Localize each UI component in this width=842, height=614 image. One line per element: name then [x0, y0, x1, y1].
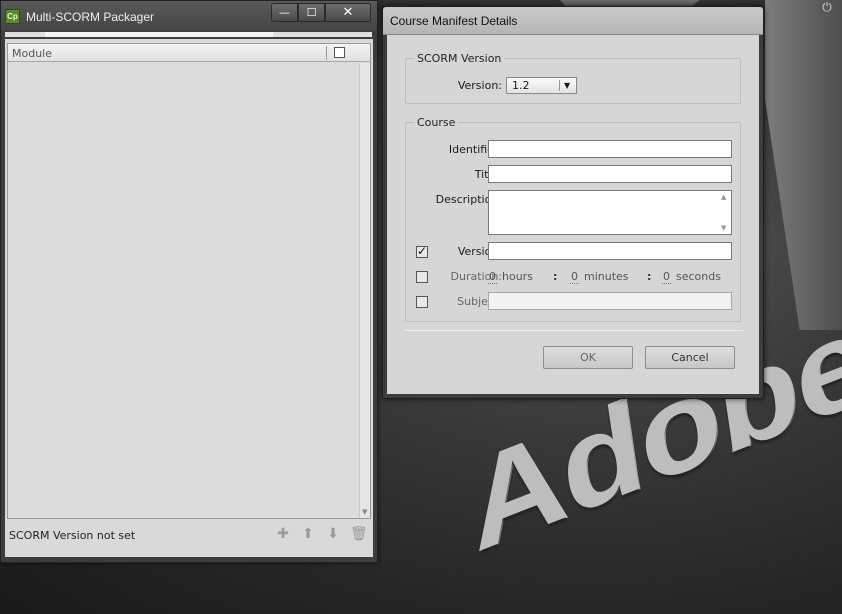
- window-title: Multi-SCORM Packager: [26, 10, 155, 24]
- hours-unit: hours: [502, 270, 533, 283]
- scorm-version-group: SCORM Version Version: 1.2 ▼: [405, 52, 741, 104]
- module-column-header[interactable]: Module: [12, 47, 52, 60]
- scorm-version-value: 1.2: [512, 79, 530, 92]
- module-list-header: Module: [8, 44, 370, 62]
- course-version-input[interactable]: [488, 242, 732, 260]
- window-titlebar[interactable]: Cp Multi-SCORM Packager — ☐ ✕: [1, 1, 377, 31]
- status-text: SCORM Version not set: [9, 529, 136, 542]
- ok-button[interactable]: OK: [543, 346, 633, 369]
- course-group: Course Identifier: Title: Description: ▲…: [405, 116, 741, 322]
- delete-icon[interactable]: 🗑: [350, 526, 368, 542]
- scroll-down-arrow-icon[interactable]: ▼: [362, 508, 367, 516]
- description-scrollbar[interactable]: ▲ ▼: [718, 191, 731, 234]
- scorm-version-select[interactable]: 1.2 ▼: [506, 77, 577, 94]
- scroll-up-arrow-icon[interactable]: ▲: [721, 193, 726, 201]
- minutes-field[interactable]: 0: [570, 270, 579, 284]
- scroll-down-arrow-icon[interactable]: ▼: [721, 224, 726, 232]
- dialog-divider: [405, 330, 743, 331]
- seconds-field[interactable]: 0: [662, 270, 671, 284]
- captivate-app-icon: Cp: [5, 9, 20, 24]
- module-list-scrollbar[interactable]: ▼: [359, 63, 370, 518]
- dialog-titlebar[interactable]: Course Manifest Details: [383, 7, 763, 35]
- minimize-button[interactable]: —: [271, 3, 298, 22]
- add-icon[interactable]: ✚: [275, 526, 291, 542]
- title-input[interactable]: [488, 165, 732, 183]
- description-textarea[interactable]: ▲ ▼: [488, 190, 732, 235]
- module-list[interactable]: Module ▼: [7, 43, 371, 519]
- scorm-version-legend: SCORM Version: [414, 52, 505, 65]
- scorm-version-label: Version:: [457, 79, 502, 92]
- maximize-button[interactable]: ☐: [298, 3, 325, 22]
- packager-window: Cp Multi-SCORM Packager — ☐ ✕ Module ▼ S…: [0, 0, 378, 563]
- move-up-icon[interactable]: ⬆: [300, 526, 316, 542]
- desktop-wallpaper-shape: [765, 0, 842, 330]
- subject-input[interactable]: [488, 292, 732, 310]
- select-all-checkbox[interactable]: [334, 47, 345, 58]
- move-down-icon[interactable]: ⬇: [325, 526, 341, 542]
- dialog-client-area: SCORM Version Version: 1.2 ▼ Course Iden…: [387, 35, 759, 394]
- power-icon[interactable]: ⏻: [812, 0, 842, 14]
- close-button[interactable]: ✕: [325, 3, 371, 22]
- cancel-button[interactable]: Cancel: [645, 346, 735, 369]
- dropdown-arrow-icon: ▼: [564, 81, 571, 90]
- minutes-unit: minutes: [584, 270, 629, 283]
- window-client-area: Module ▼ SCORM Version not set ✚ ⬆ ⬇ 🗑: [5, 39, 373, 557]
- hours-field[interactable]: 0: [488, 270, 497, 284]
- seconds-unit: seconds: [676, 270, 721, 283]
- identifier-input[interactable]: [488, 140, 732, 158]
- header-strip: [5, 32, 372, 37]
- course-manifest-dialog: Course Manifest Details SCORM Version Ve…: [382, 6, 764, 399]
- dialog-title: Course Manifest Details: [390, 14, 518, 28]
- course-legend: Course: [414, 116, 459, 129]
